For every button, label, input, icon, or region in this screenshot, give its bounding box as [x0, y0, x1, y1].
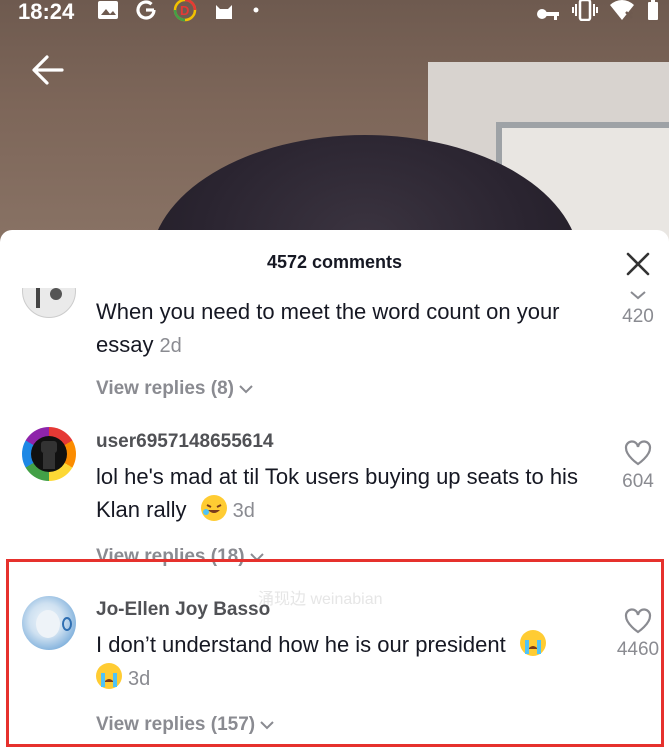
chevron-down-icon: [249, 549, 265, 566]
view-replies-label: View replies (18): [96, 546, 245, 567]
avatar[interactable]: [22, 427, 76, 481]
wifi-off-icon: [610, 0, 635, 21]
heart-icon: [624, 608, 652, 634]
view-replies-label: View replies (157): [96, 714, 256, 735]
status-bar: 18:24 D: [0, 0, 669, 28]
key-icon: [537, 9, 560, 20]
battery-icon: [648, 0, 658, 20]
dot-icon: [253, 7, 258, 13]
chevron-down-icon: [630, 291, 646, 300]
watermark: 涌现边 weinabian: [258, 591, 383, 608]
d-icon: D: [174, 0, 197, 22]
rolling-laughing-emoji-icon: [200, 495, 227, 521]
like-button[interactable]: 4460: [608, 608, 668, 661]
face-icon: [36, 610, 72, 638]
video-background: [0, 0, 669, 260]
crying-face-emoji-icon: [96, 663, 122, 689]
comment-username[interactable]: Jo-Ellen Joy Basso: [96, 599, 270, 621]
chevron-down-icon: [238, 381, 254, 398]
vibrate-icon: [571, 0, 598, 22]
comment-date: 2d: [159, 335, 182, 357]
comment-body: I don’t understand how he is our preside…: [96, 632, 506, 657]
comment-date: 3d: [128, 668, 151, 690]
status-right-icons: [536, 0, 659, 27]
google-icon: [136, 0, 156, 20]
comments-count-title: 4572 comments: [266, 252, 403, 272]
comment-body: lol he's mad at til Tok users buying up …: [96, 464, 578, 522]
view-replies-link[interactable]: View replies (8): [96, 378, 254, 400]
image-icon: [98, 1, 118, 19]
crying-face-emoji-icon: [519, 630, 546, 656]
status-left-icons: D: [97, 0, 260, 24]
comment-username[interactable]: user6957148655614: [96, 431, 274, 453]
heart-icon: [624, 440, 652, 466]
comment-text: When you need to meet the word count on …: [96, 295, 596, 363]
avatar[interactable]: [22, 288, 76, 318]
comment-text: I don’t understand how he is our preside…: [96, 628, 596, 696]
view-replies-link[interactable]: View replies (18): [96, 546, 265, 568]
arrow-left-icon: [32, 55, 64, 85]
avatar[interactable]: [22, 596, 76, 650]
cat-icon: [216, 5, 233, 19]
comment-date: 3d: [232, 500, 255, 522]
like-count: 4460: [616, 639, 660, 660]
close-button[interactable]: [624, 250, 652, 278]
close-icon: [626, 252, 650, 276]
fist-icon: [31, 436, 67, 472]
status-time: 18:24: [18, 0, 75, 24]
like-count: 604: [622, 471, 654, 492]
like-count: 420: [622, 306, 654, 327]
comment-text: lol he's mad at til Tok users buying up …: [96, 460, 596, 528]
like-button[interactable]: 420: [608, 288, 668, 328]
back-button[interactable]: [30, 52, 66, 88]
svg-text:D: D: [180, 3, 197, 18]
chevron-down-icon: [259, 717, 275, 734]
like-button[interactable]: 604: [608, 440, 668, 493]
view-replies-link[interactable]: View replies (157): [96, 714, 275, 736]
view-replies-label: View replies (8): [96, 378, 234, 399]
